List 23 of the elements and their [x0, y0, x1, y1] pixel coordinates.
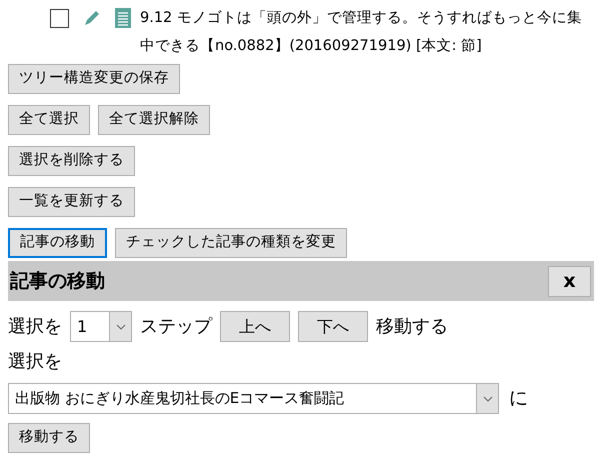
pencil-icon[interactable] — [82, 8, 102, 28]
close-button[interactable]: x — [548, 266, 591, 296]
target-label: 選択を — [8, 350, 62, 374]
move-button[interactable]: 移動する — [8, 423, 90, 453]
action-button[interactable]: 全て選択 — [8, 105, 90, 135]
action-button[interactable]: チェックした記事の種類を変更 — [115, 228, 347, 258]
checkbox[interactable] — [50, 8, 69, 28]
document-icon[interactable] — [114, 7, 132, 29]
target-suffix: に — [509, 386, 528, 412]
up-button[interactable]: 上へ — [220, 311, 290, 342]
article-title: 9.12 モノゴトは「頭の外」で管理する。そうすればもっと今に集中できる【no.0882】(201609271919) [本文: 節] — [140, 9, 583, 56]
step-label: ステップ — [140, 315, 212, 339]
action-button[interactable]: 選択を削除する — [8, 146, 135, 176]
down-button[interactable]: 下へ — [298, 311, 368, 342]
action-button[interactable]: ツリー構造変更の保存 — [8, 64, 180, 94]
step-select[interactable]: 1 — [70, 311, 132, 342]
action-button[interactable]: 記事の移動 — [8, 228, 107, 258]
select-label: 選択を — [8, 315, 62, 339]
move-label: 移動する — [376, 315, 448, 339]
target-select[interactable]: 出版物 おにぎり水産鬼切社長のEコマース奮闘記 — [8, 383, 499, 414]
action-button[interactable]: 一覧を更新する — [8, 187, 135, 217]
action-button[interactable]: 全て選択解除 — [98, 105, 210, 135]
panel-title: 記事の移動 — [10, 268, 105, 294]
